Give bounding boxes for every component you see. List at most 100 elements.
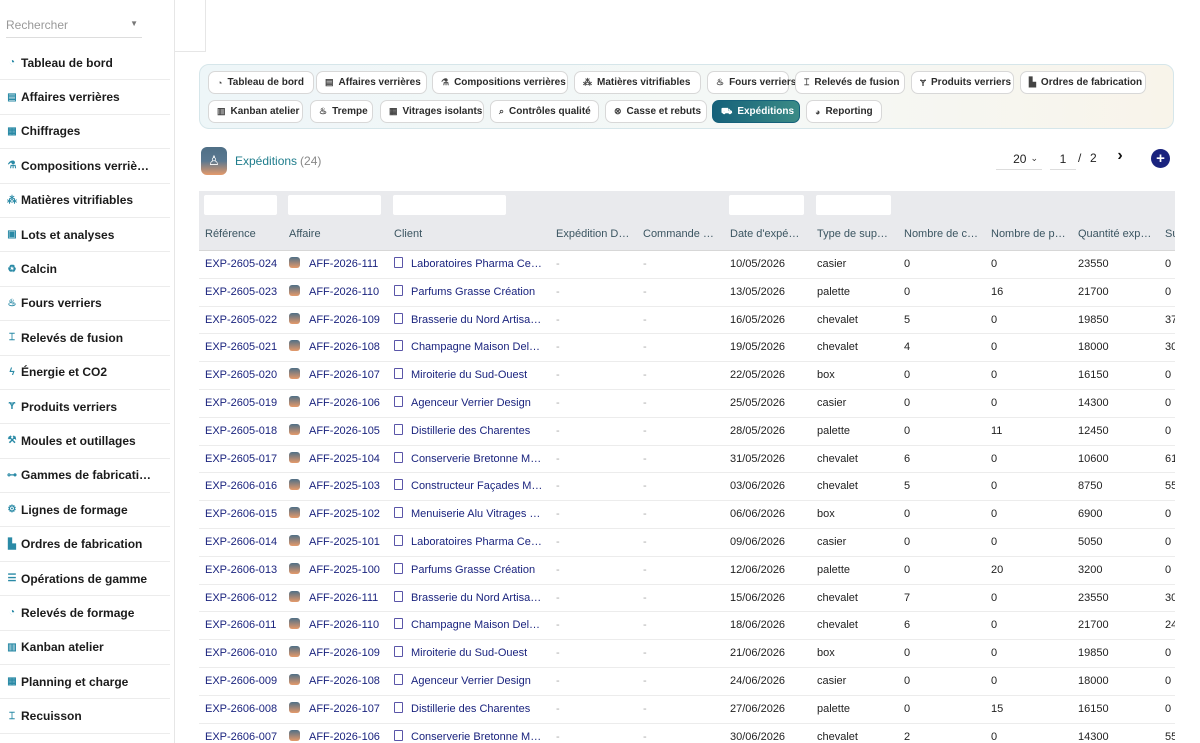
page-current-input[interactable]: 1 (1050, 148, 1076, 170)
sidebar-item[interactable]: ▙ Ordres de fabrication (0, 527, 170, 562)
sidebar-item[interactable]: ▣ Lots et analyses (0, 218, 170, 253)
sidebar-item[interactable]: ⁂ Matières vitrifiables (0, 184, 170, 218)
tab-kanban-atelier[interactable]: ▥ Kanban atelier (208, 100, 303, 123)
table-row[interactable]: EXP-2605-020 AFF-2026-107 Miroiterie du Su… (199, 362, 1175, 390)
column-header[interactable]: Affaire (289, 221, 389, 251)
table-row[interactable]: EXP-2605-024 AFF-2026-111 Laboratoires Pha… (199, 251, 1175, 279)
sidebar-item[interactable]: ⊶ Gammes de fabricati… (0, 459, 170, 494)
sidebar-item[interactable]: ◔ Relevés de formage (0, 596, 170, 631)
table-cell[interactable]: EXP-2605-019 (205, 390, 285, 417)
sidebar-search[interactable]: ▼ (6, 14, 142, 38)
column-header[interactable]: Commande … (643, 221, 725, 251)
table-cell[interactable]: AFF-2026-109 (289, 640, 389, 667)
table-cell[interactable]: EXP-2606-011 (205, 612, 285, 639)
tab-expéditions[interactable]: ⛟ Expéditions (712, 100, 800, 123)
column-header[interactable]: Client (394, 221, 549, 251)
sidebar-item[interactable]: ▤ Affaires verrières (0, 80, 170, 115)
table-cell[interactable]: Menuiserie Alu Vitrages … (394, 501, 549, 528)
table-cell[interactable]: EXP-2605-018 (205, 418, 285, 445)
table-cell[interactable]: Miroiterie du Sud-Ouest (394, 362, 549, 389)
sidebar-item[interactable]: ♨ Fours verriers (0, 287, 170, 322)
table-row[interactable]: EXP-2605-021 AFF-2026-108 Champagne Maison… (199, 334, 1175, 363)
table-cell[interactable]: EXP-2605-021 (205, 334, 285, 361)
table-cell[interactable]: Constructeur Façades M… (394, 473, 549, 500)
table-cell[interactable]: AFF-2025-101 (289, 529, 389, 556)
sidebar-item[interactable]: ⚒ Moules et outillages (0, 424, 170, 459)
search-input[interactable] (6, 14, 126, 36)
tab-ordres-de-fabrication[interactable]: ▙ Ordres de fabrication (1020, 71, 1146, 94)
tab-affaires-verrières[interactable]: ▤ Affaires verrières (316, 71, 427, 94)
table-row[interactable]: EXP-2605-022 AFF-2026-109 Brasserie du Nor… (199, 307, 1175, 335)
table-cell[interactable]: EXP-2606-007 (205, 724, 285, 743)
table-row[interactable]: EXP-2606-013 AFF-2025-100 Parfums Grasse C… (199, 557, 1175, 585)
table-cell[interactable]: AFF-2026-110 (289, 279, 389, 306)
table-cell[interactable]: EXP-2606-008 (205, 696, 285, 723)
column-header[interactable]: Su (1165, 221, 1175, 251)
add-record-button[interactable]: + (1151, 149, 1170, 168)
sidebar-item[interactable]: ▦ Planning et charge (0, 665, 170, 700)
table-row[interactable]: EXP-2606-014 AFF-2025-101 Laboratoires Pha… (199, 529, 1175, 557)
column-header[interactable]: Référence (205, 221, 285, 251)
table-row[interactable]: EXP-2605-023 AFF-2026-110 Parfums Grasse C… (199, 279, 1175, 307)
table-row[interactable]: EXP-2606-015 AFF-2025-102 Menuiserie Alu V… (199, 501, 1175, 529)
tab-relevés-de-fusion[interactable]: ⌶ Relevés de fusion (795, 71, 905, 94)
tab-compositions-verrières[interactable]: ⚗ Compositions verrières (432, 71, 568, 94)
table-cell[interactable]: AFF-2026-108 (289, 334, 389, 361)
table-cell[interactable]: EXP-2606-015 (205, 501, 285, 528)
table-cell[interactable]: Laboratoires Pharma Ce… (394, 251, 549, 278)
table-cell[interactable]: AFF-2026-106 (289, 390, 389, 417)
table-cell[interactable]: AFF-2025-103 (289, 473, 389, 500)
tab-matières-vitrifiables[interactable]: ⁂ Matières vitrifiables (574, 71, 701, 94)
table-cell[interactable]: AFF-2026-110 (289, 612, 389, 639)
table-cell[interactable]: EXP-2606-014 (205, 529, 285, 556)
table-row[interactable]: EXP-2605-019 AFF-2026-106 Agenceur Verrier… (199, 390, 1175, 418)
tab-vitrages-isolants[interactable]: ▦ Vitrages isolants (380, 100, 484, 123)
table-cell[interactable]: AFF-2026-111 (289, 251, 389, 278)
sidebar-item[interactable]: ⚗ Compositions verriè… (0, 149, 170, 184)
table-cell[interactable]: EXP-2606-013 (205, 557, 285, 584)
table-cell[interactable]: AFF-2026-109 (289, 307, 389, 334)
table-cell[interactable]: Conserverie Bretonne M… (394, 446, 549, 473)
chevron-down-icon[interactable]: ▼ (130, 19, 138, 28)
table-cell[interactable]: EXP-2606-010 (205, 640, 285, 667)
column-header[interactable]: Expédition D… (556, 221, 638, 251)
column-filter-input[interactable] (393, 195, 506, 215)
table-row[interactable]: EXP-2606-008 AFF-2026-107 Distillerie des … (199, 696, 1175, 724)
table-row[interactable]: EXP-2606-007 AFF-2026-106 Conserverie Bret… (199, 724, 1175, 743)
table-cell[interactable]: AFF-2025-102 (289, 501, 389, 528)
table-cell[interactable]: AFF-2026-111 (289, 585, 389, 612)
table-cell[interactable]: Agenceur Verrier Design (394, 668, 549, 695)
table-cell[interactable]: EXP-2605-022 (205, 307, 285, 334)
table-cell[interactable]: Parfums Grasse Création (394, 557, 549, 584)
table-cell[interactable]: EXP-2606-012 (205, 585, 285, 612)
sidebar-item[interactable]: ϟ Énergie et CO2 (0, 356, 170, 390)
table-cell[interactable]: Champagne Maison Del… (394, 612, 549, 639)
table-cell[interactable]: Conserverie Bretonne M… (394, 724, 549, 743)
table-cell[interactable]: Parfums Grasse Création (394, 279, 549, 306)
sidebar-item[interactable]: ♻ Calcin (0, 252, 170, 287)
table-cell[interactable]: AFF-2026-107 (289, 696, 389, 723)
tab-tableau-de-bord[interactable]: ◔ Tableau de bord (208, 71, 314, 94)
sidebar-item[interactable]: ⚙ Lignes de formage (0, 493, 170, 528)
table-cell[interactable]: Brasserie du Nord Artisa… (394, 585, 549, 612)
table-cell[interactable]: Brasserie du Nord Artisa… (394, 307, 549, 334)
sidebar-item[interactable]: ▥ Kanban atelier (0, 631, 170, 666)
sidebar-item[interactable]: Ɏ Produits verriers (0, 390, 170, 425)
column-filter-input[interactable] (816, 195, 891, 215)
table-cell[interactable]: Agenceur Verrier Design (394, 390, 549, 417)
table-cell[interactable]: AFF-2026-107 (289, 362, 389, 389)
table-cell[interactable]: Distillerie des Charentes (394, 696, 549, 723)
column-header[interactable]: Type de sup… (817, 221, 899, 251)
sidebar-item[interactable]: ◔ Tableau de bord (0, 46, 170, 81)
table-cell[interactable]: EXP-2605-017 (205, 446, 285, 473)
table-cell[interactable]: EXP-2605-023 (205, 279, 285, 306)
table-cell[interactable]: EXP-2605-024 (205, 251, 285, 278)
sidebar-item[interactable]: ☰ Opérations de gamme (0, 562, 170, 597)
column-header[interactable]: Nombre de c… (904, 221, 986, 251)
table-cell[interactable]: AFF-2026-105 (289, 418, 389, 445)
table-row[interactable]: EXP-2606-011 AFF-2026-110 Champagne Maison… (199, 612, 1175, 641)
table-row[interactable]: EXP-2606-010 AFF-2026-109 Miroiterie du Su… (199, 640, 1175, 668)
table-cell[interactable]: EXP-2606-009 (205, 668, 285, 695)
table-row[interactable]: EXP-2606-009 AFF-2026-108 Agenceur Verrier… (199, 668, 1175, 696)
column-header[interactable]: Quantité exp… (1078, 221, 1160, 251)
